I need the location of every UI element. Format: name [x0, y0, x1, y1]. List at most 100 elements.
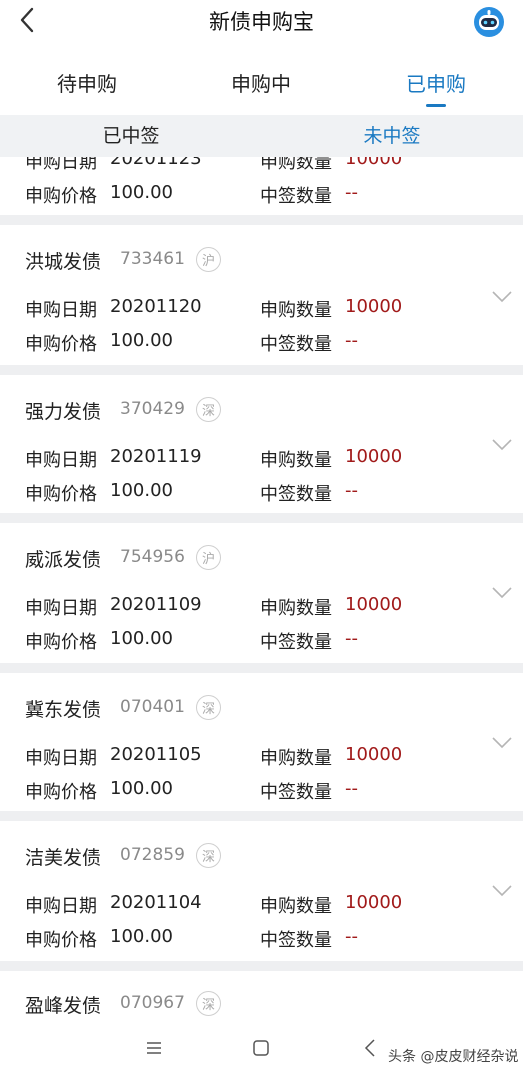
bond-code: 072859	[120, 845, 185, 865]
list-item[interactable]: 盈峰发债 070967 深	[0, 971, 523, 1020]
chevron-down-icon[interactable]	[490, 585, 514, 601]
qty-value: 10000	[345, 594, 403, 615]
list-item[interactable]: 威派发债 754956 沪 申购日期 20201109 申购数量 10000 申…	[0, 523, 523, 663]
qty-label: 申购数量	[260, 748, 332, 769]
bond-name: 威派发债	[25, 549, 102, 571]
won-value: --	[345, 778, 358, 799]
date-value: 20201104	[110, 892, 202, 913]
won-value: --	[345, 182, 358, 203]
qty-label: 申购数量	[260, 598, 332, 619]
qty-value: 10000	[345, 296, 403, 317]
bond-name: 洪城发债	[25, 251, 102, 273]
divider	[0, 663, 523, 673]
price-value: 100.00	[110, 778, 173, 799]
price-value: 100.00	[110, 330, 173, 351]
date-value: 20201119	[110, 446, 202, 467]
page-title: 新债申购宝	[209, 10, 314, 34]
date-label: 申购日期	[25, 598, 97, 619]
price-label: 申购价格	[25, 930, 97, 951]
subscription-list: 申购日期 20201123 申购数量 10000 申购价格 100.00 中签数…	[0, 157, 523, 1020]
chevron-down-icon[interactable]	[490, 735, 514, 751]
home-icon[interactable]	[252, 1039, 270, 1057]
won-value: --	[345, 480, 358, 501]
list-item[interactable]: 洪城发债 733461 沪 申购日期 20201120 申购数量 10000 申…	[0, 225, 523, 365]
date-label: 申购日期	[25, 450, 97, 471]
main-tabs: 待申购 申购中 已申购	[0, 58, 523, 114]
chevron-down-icon[interactable]	[490, 289, 514, 305]
qty-value: 10000	[345, 892, 403, 913]
bond-code: 370429	[120, 399, 185, 419]
divider	[0, 215, 523, 225]
list-item[interactable]: 洁美发债 072859 深 申购日期 20201104 申购数量 10000 申…	[0, 821, 523, 961]
tab-subscribed[interactable]: 已申购	[361, 68, 511, 97]
bond-name: 盈峰发债	[25, 995, 102, 1017]
price-value: 100.00	[110, 480, 173, 501]
price-value: 100.00	[110, 926, 173, 947]
price-label: 申购价格	[25, 334, 97, 355]
qty-value: 10000	[345, 157, 403, 169]
price-label: 申购价格	[25, 782, 97, 803]
date-label: 申购日期	[25, 748, 97, 769]
date-label: 申购日期	[25, 300, 97, 321]
bond-name: 冀东发债	[25, 699, 102, 721]
chevron-down-icon[interactable]	[490, 437, 514, 453]
tab-pending[interactable]: 待申购	[12, 68, 162, 97]
divider	[0, 513, 523, 523]
qty-label: 申购数量	[260, 157, 332, 173]
list-item[interactable]: 申购日期 20201123 申购数量 10000 申购价格 100.00 中签数…	[0, 157, 523, 215]
exchange-badge: 深	[196, 695, 221, 720]
price-label: 申购价格	[25, 484, 97, 505]
back-icon[interactable]	[364, 1038, 376, 1058]
subtab-won[interactable]: 已中签	[31, 121, 231, 148]
exchange-badge: 深	[196, 397, 221, 422]
date-value: 20201109	[110, 594, 202, 615]
bond-name: 强力发债	[25, 401, 102, 423]
divider	[0, 961, 523, 971]
date-value: 20201120	[110, 296, 202, 317]
won-value: --	[345, 330, 358, 351]
price-label: 申购价格	[25, 186, 97, 207]
exchange-badge: 深	[196, 991, 221, 1016]
won-label: 中签数量	[260, 334, 332, 355]
date-value: 20201105	[110, 744, 202, 765]
bond-code: 733461	[120, 249, 185, 269]
bond-code: 070401	[120, 697, 185, 717]
exchange-badge: 沪	[196, 247, 221, 272]
tab-in-progress[interactable]: 申购中	[186, 68, 336, 97]
qty-value: 10000	[345, 744, 403, 765]
menu-icon[interactable]	[145, 1040, 163, 1056]
bond-name: 洁美发债	[25, 847, 102, 869]
qty-label: 申购数量	[260, 896, 332, 917]
subtab-not-won[interactable]: 未中签	[292, 121, 492, 148]
list-item[interactable]: 冀东发债 070401 深 申购日期 20201105 申购数量 10000 申…	[0, 673, 523, 811]
robot-assistant-icon[interactable]	[473, 6, 505, 38]
divider	[0, 365, 523, 375]
app-screen: 新债申购宝 待申购 申购中 已申购 已中签 未中签 申购日期 20201123	[0, 0, 523, 1080]
price-label: 申购价格	[25, 632, 97, 653]
active-tab-indicator	[426, 104, 446, 107]
sub-tabs: 已中签 未中签	[0, 115, 523, 157]
qty-value: 10000	[345, 446, 403, 467]
watermark-text: 头条 @皮皮财经杂说	[388, 1049, 519, 1065]
bond-code: 754956	[120, 547, 185, 567]
exchange-badge: 深	[196, 843, 221, 868]
qty-label: 申购数量	[260, 450, 332, 471]
won-value: --	[345, 926, 358, 947]
list-item[interactable]: 强力发债 370429 深 申购日期 20201119 申购数量 10000 申…	[0, 375, 523, 513]
date-label: 申购日期	[25, 157, 97, 173]
chevron-down-icon[interactable]	[490, 883, 514, 899]
divider	[0, 811, 523, 821]
price-value: 100.00	[110, 628, 173, 649]
won-value: --	[345, 628, 358, 649]
won-label: 中签数量	[260, 782, 332, 803]
won-label: 中签数量	[260, 186, 332, 207]
header: 新债申购宝	[0, 0, 523, 44]
qty-label: 申购数量	[260, 300, 332, 321]
bond-code: 070967	[120, 993, 185, 1013]
won-label: 中签数量	[260, 484, 332, 505]
exchange-badge: 沪	[196, 545, 221, 570]
won-label: 中签数量	[260, 632, 332, 653]
date-value: 20201123	[110, 157, 202, 169]
price-value: 100.00	[110, 182, 173, 203]
date-label: 申购日期	[25, 896, 97, 917]
